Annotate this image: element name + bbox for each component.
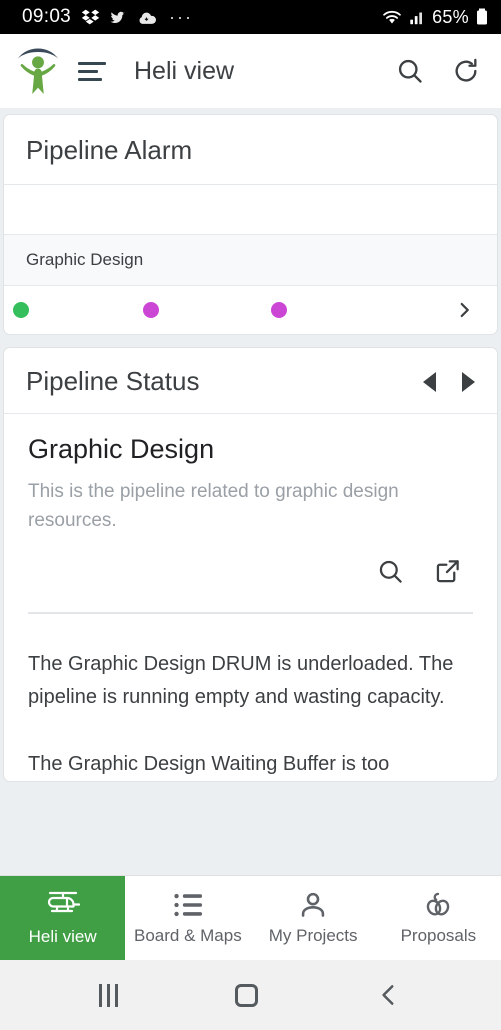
alarm-dot[interactable] (143, 302, 159, 318)
battery-percent-label: 65% (432, 6, 469, 27)
hamburger-menu-icon[interactable] (78, 60, 108, 82)
search-icon[interactable] (395, 56, 425, 86)
recents-icon[interactable] (98, 983, 118, 1007)
nav-item-proposals[interactable]: Proposals (376, 876, 501, 960)
pipeline-name: Graphic Design (28, 434, 215, 464)
status-bar-system-icons: 65% (381, 7, 489, 28)
divider (28, 611, 473, 614)
triangle-right-icon[interactable] (462, 371, 475, 392)
alarm-dot[interactable] (271, 302, 287, 318)
nav-item-my-projects[interactable]: My Projects (251, 876, 376, 960)
heli-logo-icon (17, 48, 59, 95)
app-bar: Heli view (0, 34, 501, 108)
pipeline-status-title: Pipeline Status (26, 366, 200, 396)
linked-rings-icon (427, 892, 450, 915)
status-bar-notification-icons: ··· (81, 7, 193, 28)
nav-label: Board & Maps (134, 925, 242, 945)
pipeline-alarm-empty-area (4, 185, 497, 235)
list-icon (174, 893, 202, 916)
alarm-paragraph: The Graphic Design Waiting Buffer is too (28, 753, 390, 776)
pipeline-alarm-title: Pipeline Alarm (4, 115, 497, 185)
alarm-paragraph: The Graphic Design DRUM is underloaded. … (28, 652, 454, 709)
bottom-navigation: Heli view Board & Maps My Projects Propo… (0, 875, 501, 960)
nav-label: Proposals (400, 925, 477, 945)
pipeline-status-nav (423, 371, 475, 392)
pipeline-status-card: Pipeline Status Graphic Design This is t… (3, 347, 498, 783)
pipeline-status-header: Pipeline Status (4, 348, 497, 414)
pipeline-status-body: Graphic Design This is the pipeline rela… (4, 414, 497, 781)
cloud-sync-icon (139, 12, 157, 24)
triangle-left-icon[interactable] (423, 371, 436, 392)
refresh-icon[interactable] (451, 56, 481, 86)
bird-icon (110, 11, 126, 23)
status-bar: 09:03 ··· 65% (0, 0, 501, 34)
battery-icon (477, 8, 487, 25)
person-icon (301, 892, 325, 917)
back-icon[interactable] (376, 982, 402, 1008)
nav-label: My Projects (268, 925, 358, 945)
search-icon[interactable] (377, 558, 404, 590)
wifi-icon (383, 10, 401, 24)
nav-item-board-maps[interactable]: Board & Maps (125, 876, 250, 960)
page-title: Heli view (134, 56, 235, 85)
helicopter-icon (47, 891, 80, 912)
pipeline-description: This is the pipeline related to graphic … (28, 481, 399, 532)
app-bar-actions (395, 56, 481, 86)
phone-screen: 09:03 ··· 65% Heli view Pipeline Alarm G… (0, 0, 501, 1030)
nav-item-heli-view[interactable]: Heli view (0, 876, 126, 960)
nav-label: Heli view (28, 926, 97, 946)
status-bar-overflow-icon: ··· (169, 6, 194, 27)
cellular-signal-icon (410, 12, 423, 25)
android-system-nav (0, 960, 501, 1030)
chevron-right-icon[interactable] (453, 299, 475, 321)
open-external-icon[interactable] (434, 558, 461, 590)
alarm-group-label: Graphic Design (4, 235, 497, 286)
home-icon[interactable] (235, 983, 259, 1007)
pipeline-alarm-card: Pipeline Alarm Graphic Design (3, 114, 498, 335)
pipeline-action-icons (28, 536, 473, 590)
alarm-dots-row[interactable] (4, 286, 497, 334)
alarm-dot[interactable] (13, 302, 29, 318)
status-bar-clock: 09:03 (22, 6, 72, 27)
dropbox-icon (81, 9, 100, 24)
